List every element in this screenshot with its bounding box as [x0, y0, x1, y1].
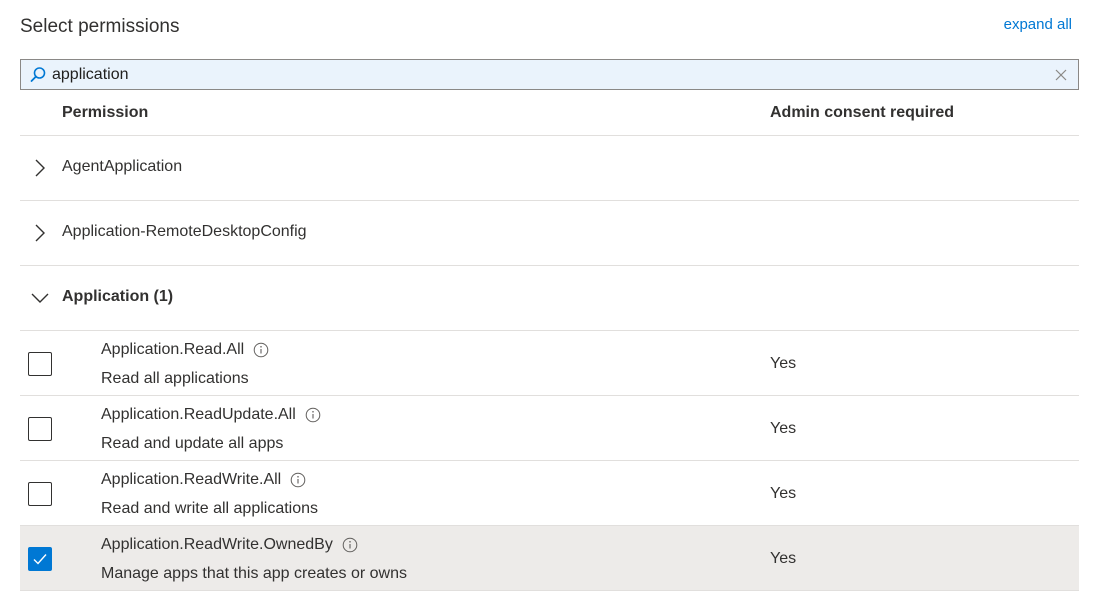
- group-row-agentapplication[interactable]: AgentApplication: [20, 136, 1079, 201]
- group-label: Application-RemoteDesktopConfig: [62, 223, 307, 240]
- permission-row: Application.ReadWrite.OwnedBy Manage app…: [20, 526, 1079, 591]
- checkmark-icon: [33, 554, 47, 565]
- admin-consent-value: Yes: [770, 485, 797, 502]
- permission-description: Read and write all applications: [101, 500, 319, 517]
- permission-row: Application.ReadWrite.All Read and write…: [20, 461, 1079, 526]
- group-label: Application (1): [62, 288, 174, 305]
- permissions-table: Permission Admin consent required AgentA…: [20, 92, 1079, 591]
- info-icon[interactable]: [289, 471, 307, 489]
- chevron-down-icon: [30, 288, 50, 308]
- page-title: Select permissions: [20, 16, 180, 37]
- permission-name: Application.ReadUpdate.All: [101, 406, 322, 424]
- permission-name-text: Application.ReadWrite.OwnedBy: [101, 536, 333, 553]
- info-icon[interactable]: [252, 341, 270, 359]
- group-label: AgentApplication: [62, 158, 183, 175]
- info-icon[interactable]: [341, 536, 359, 554]
- info-icon[interactable]: [304, 406, 322, 424]
- table-header: Permission Admin consent required: [20, 92, 1079, 136]
- group-row-application-remotedesktopconfig[interactable]: Application-RemoteDesktopConfig: [20, 201, 1079, 266]
- permission-name: Application.ReadWrite.OwnedBy: [101, 536, 359, 554]
- chevron-right-icon: [30, 158, 50, 178]
- permission-name-text: Application.ReadWrite.All: [101, 471, 282, 488]
- admin-consent-value: Yes: [770, 550, 797, 567]
- search-icon: [27, 64, 49, 86]
- permission-name: Application.Read.All: [101, 341, 270, 359]
- permission-row: Application.ReadUpdate.All Read and upda…: [20, 396, 1079, 461]
- permission-name-text: Application.Read.All: [101, 341, 245, 358]
- permission-row: Application.Read.All Read all applicatio…: [20, 331, 1079, 396]
- group-row-application[interactable]: Application (1): [20, 266, 1079, 331]
- permission-checkbox[interactable]: [28, 547, 52, 571]
- permission-name-text: Application.ReadUpdate.All: [101, 406, 296, 423]
- permission-description: Read and update all apps: [101, 435, 284, 452]
- permission-name: Application.ReadWrite.All: [101, 471, 307, 489]
- permission-description: Manage apps that this app creates or own…: [101, 565, 407, 582]
- column-header-permission: Permission: [62, 104, 149, 121]
- column-header-admin-consent: Admin consent required: [770, 104, 955, 121]
- search-input[interactable]: [49, 65, 1050, 84]
- permission-checkbox[interactable]: [28, 482, 52, 506]
- permission-description: Read all applications: [101, 370, 249, 387]
- admin-consent-value: Yes: [770, 420, 797, 437]
- expand-all-link[interactable]: expand all: [1004, 16, 1072, 33]
- close-icon[interactable]: [1050, 64, 1072, 86]
- admin-consent-value: Yes: [770, 355, 797, 372]
- chevron-right-icon: [30, 223, 50, 243]
- permission-checkbox[interactable]: [28, 417, 52, 441]
- permission-checkbox[interactable]: [28, 352, 52, 376]
- search-box: [20, 59, 1079, 90]
